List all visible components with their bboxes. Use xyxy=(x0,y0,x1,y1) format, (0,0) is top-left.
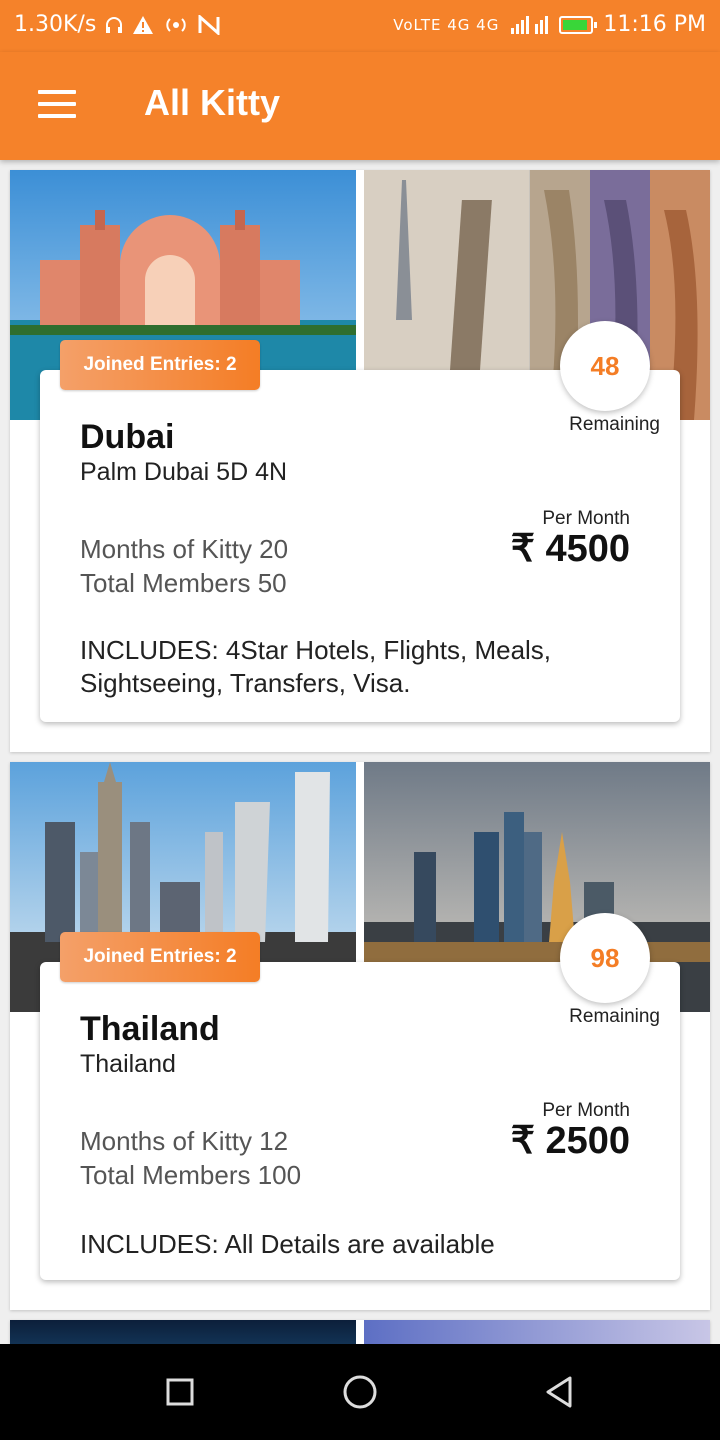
kitty-months: Months of Kitty 20 xyxy=(80,534,289,564)
remaining-count-badge: 48 xyxy=(560,321,650,411)
kitty-item-thailand[interactable]: Thailand Thailand Per Month ₹ 2500 Month… xyxy=(10,762,710,1310)
kitty-includes: INCLUDES: 4Star Hotels, Flights, Meals, … xyxy=(80,635,552,698)
hotspot-icon xyxy=(166,17,186,32)
kitty-price: ₹ 4500 xyxy=(510,528,630,570)
remaining-label: Remaining xyxy=(569,1006,660,1027)
hamburger-menu-icon[interactable] xyxy=(38,90,76,118)
kitty-item-partial[interactable] xyxy=(10,1320,710,1344)
kitty-months: Months of Kitty 12 xyxy=(80,1126,289,1156)
clock: 11:16 PM xyxy=(603,12,706,37)
kitty-subtitle: Thailand xyxy=(80,1050,176,1078)
kitty-price: ₹ 2500 xyxy=(510,1120,630,1162)
recents-square-icon[interactable] xyxy=(162,1374,198,1410)
joined-entries-badge: Joined Entries: 2 xyxy=(60,932,260,982)
kitty-title: Thailand xyxy=(80,1010,220,1048)
joined-entries-badge: Joined Entries: 2 xyxy=(60,340,260,390)
kitty-title: Dubai xyxy=(80,418,175,456)
kitty-subtitle: Palm Dubai 5D 4N xyxy=(80,458,288,486)
warning-icon xyxy=(133,15,154,34)
system-nav-bar xyxy=(0,1344,720,1440)
kitty-includes: INCLUDES: All Details are available xyxy=(80,1229,495,1259)
remaining-count-badge: 98 xyxy=(560,913,650,1003)
headphones-icon xyxy=(106,16,123,33)
home-circle-icon[interactable] xyxy=(342,1374,378,1410)
page-title: All Kitty xyxy=(144,82,281,123)
kitty-members: Total Members 50 xyxy=(80,568,287,598)
kitty-image-right xyxy=(364,1320,710,1344)
network-label: VoLTE 4G 4G xyxy=(393,15,500,34)
battery-icon xyxy=(559,15,598,34)
status-bar: 1.30K/s VoLTE 4G 4G 11:16 PM xyxy=(0,0,720,52)
kitty-list[interactable]: Dubai Palm Dubai 5D 4N Per Month ₹ 4500 … xyxy=(0,160,720,1344)
app-bar: All Kitty xyxy=(0,52,720,160)
kitty-item-dubai[interactable]: Dubai Palm Dubai 5D 4N Per Month ₹ 4500 … xyxy=(10,170,710,752)
network-speed: 1.30K/s xyxy=(14,12,97,37)
kitty-image-left xyxy=(10,1320,356,1344)
back-triangle-icon[interactable] xyxy=(542,1374,578,1410)
signal-icon xyxy=(511,15,549,34)
remaining-label: Remaining xyxy=(569,414,660,435)
kitty-members: Total Members 100 xyxy=(80,1160,302,1190)
n-icon xyxy=(198,14,220,35)
